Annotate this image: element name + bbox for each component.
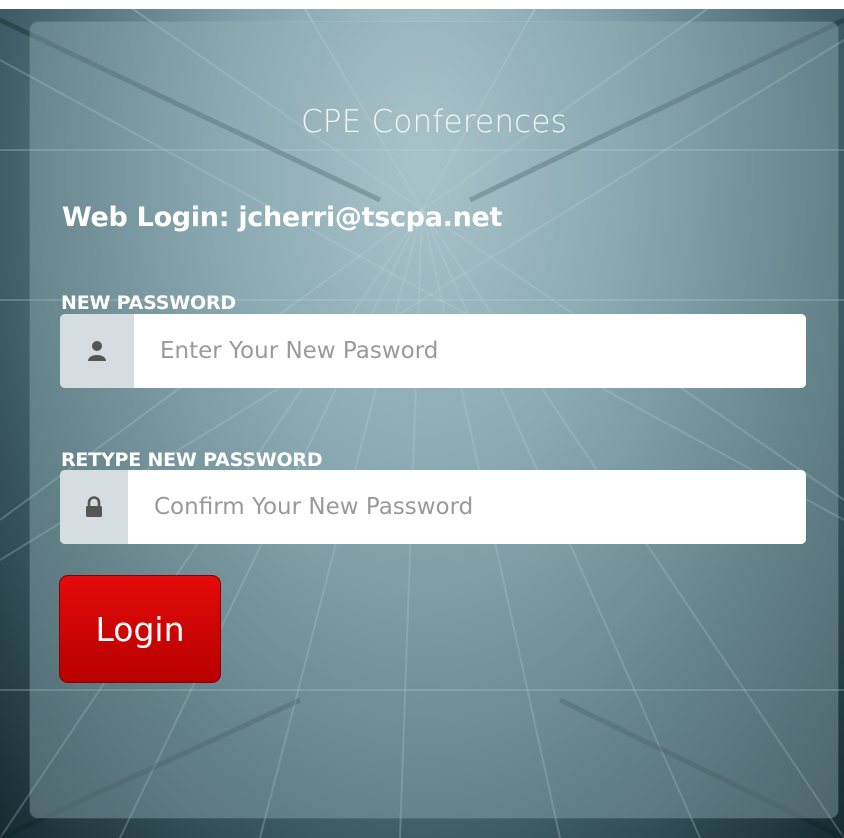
login-card: CPE Conferences Web Login: jcherri@tscpa… <box>30 22 838 818</box>
retype-password-label: RETYPE NEW PASSWORD <box>61 449 323 471</box>
retype-password-input[interactable] <box>128 470 806 544</box>
retype-password-addon <box>60 470 128 544</box>
new-password-addon <box>60 314 134 388</box>
login-button[interactable]: Login <box>59 575 221 683</box>
new-password-group <box>60 314 806 388</box>
web-login-text: Web Login: jcherri@tscpa.net <box>62 202 503 233</box>
user-icon <box>88 341 106 361</box>
new-password-input[interactable] <box>134 314 806 388</box>
new-password-label: NEW PASSWORD <box>61 292 236 314</box>
retype-password-group <box>60 470 806 544</box>
lock-icon <box>86 496 102 517</box>
app-title: CPE Conferences <box>300 104 568 140</box>
top-band <box>0 0 844 9</box>
